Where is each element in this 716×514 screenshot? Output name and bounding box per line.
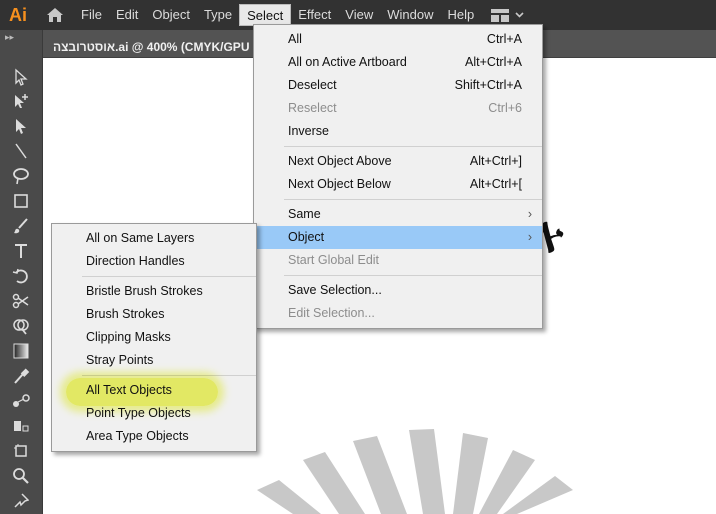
bristle-brush-strokes-item[interactable]: Bristle Brush Strokes — [52, 280, 256, 303]
chevron-down-icon — [515, 12, 524, 18]
menu-separator — [82, 375, 256, 376]
clipping-masks-item[interactable]: Clipping Masks — [52, 326, 256, 349]
select-all-item[interactable]: All Ctrl+A — [254, 28, 542, 51]
area-type-objects-item[interactable]: Area Type Objects — [52, 425, 256, 448]
item-label: Object — [288, 230, 325, 244]
type-tool-icon[interactable] — [9, 240, 33, 262]
brush-strokes-item[interactable]: Brush Strokes — [52, 303, 256, 326]
item-label: Next Object Above — [288, 154, 392, 168]
deselect-item[interactable]: Deselect Shift+Ctrl+A — [254, 74, 542, 97]
menu-effect[interactable]: Effect — [291, 4, 338, 26]
item-label: Clipping Masks — [86, 330, 171, 344]
save-selection-item[interactable]: Save Selection... — [254, 279, 542, 302]
lasso-tool-icon[interactable] — [9, 165, 33, 187]
item-label: Direction Handles — [86, 254, 185, 268]
item-label: Stray Points — [86, 353, 154, 367]
item-shortcut: Ctrl+A — [486, 32, 522, 46]
artboard-tool-icon[interactable] — [9, 440, 33, 462]
item-label: Same — [288, 207, 321, 221]
menu-file[interactable]: File — [74, 4, 109, 26]
selection-tool-icon[interactable] — [9, 66, 33, 88]
item-shortcut: Ctrl+6 — [488, 101, 522, 115]
item-label: Start Global Edit — [288, 253, 380, 267]
item-label: Brush Strokes — [86, 307, 165, 321]
item-label: Point Type Objects — [86, 406, 191, 420]
menu-select[interactable]: Select — [239, 4, 292, 26]
item-label: All Text Objects — [86, 383, 172, 397]
app-logo: Ai — [9, 4, 27, 25]
direct-selection-tool-icon[interactable] — [9, 115, 33, 137]
object-submenu: All on Same Layers Direction Handles Bri… — [51, 223, 257, 452]
paintbrush-tool-icon[interactable] — [9, 215, 33, 237]
rectangle-tool-icon[interactable] — [9, 190, 33, 212]
item-shortcut: Alt+Ctrl+[ — [469, 177, 522, 191]
item-shortcut: Shift+Ctrl+A — [454, 78, 522, 92]
item-label: Area Type Objects — [86, 429, 189, 443]
workspace-switcher[interactable] — [491, 8, 524, 22]
item-label: Reselect — [288, 101, 337, 115]
scissors-tool-icon[interactable] — [9, 290, 33, 312]
item-label: Edit Selection... — [288, 306, 375, 320]
gradient-tool-icon[interactable] — [9, 340, 33, 362]
select-all-on-artboard-item[interactable]: All on Active Artboard Alt+Ctrl+A — [254, 51, 542, 74]
item-label: Next Object Below — [288, 177, 391, 191]
zoom-tool-icon[interactable] — [9, 465, 33, 487]
menu-window[interactable]: Window — [380, 4, 440, 26]
shape-builder-icon[interactable] — [9, 315, 33, 337]
menu-edit[interactable]: Edit — [109, 4, 145, 26]
menu-type[interactable]: Type — [197, 4, 239, 26]
edit-selection-item: Edit Selection... — [254, 302, 542, 325]
menu-object[interactable]: Object — [145, 4, 197, 26]
all-on-same-layers-item[interactable]: All on Same Layers — [52, 227, 256, 250]
same-submenu-item[interactable]: Same › — [254, 203, 542, 226]
stray-points-item[interactable]: Stray Points — [52, 349, 256, 372]
menu-separator — [284, 199, 542, 200]
next-object-above-item[interactable]: Next Object Above Alt+Ctrl+] — [254, 150, 542, 173]
tools-panel: ▸▸ — [0, 30, 43, 514]
blend-tool-icon[interactable] — [9, 390, 33, 412]
menu-separator — [82, 276, 256, 277]
eyedropper-tool-icon[interactable] — [9, 365, 33, 387]
item-label: Save Selection... — [288, 283, 382, 297]
direction-handles-item[interactable]: Direction Handles — [52, 250, 256, 273]
item-label: Inverse — [288, 124, 329, 138]
menu-view[interactable]: View — [338, 4, 380, 26]
select-menu-dropdown: All Ctrl+A All on Active Artboard Alt+Ctrl… — [253, 24, 543, 329]
start-global-edit-item: Start Global Edit — [254, 249, 542, 272]
symbol-sprayer-icon[interactable] — [9, 415, 33, 437]
item-shortcut: Alt+Ctrl+A — [465, 55, 522, 69]
direct-selection-plus-icon[interactable] — [9, 90, 33, 112]
chevron-right-icon: › — [527, 207, 532, 221]
home-icon[interactable] — [36, 0, 74, 30]
document-title: אוסטרובצה.ai @ 400% (CMYK/GPU P — [53, 40, 261, 54]
item-label: Deselect — [288, 78, 337, 92]
next-object-below-item[interactable]: Next Object Below Alt+Ctrl+[ — [254, 173, 542, 196]
workspace-grid-icon — [491, 8, 510, 22]
item-shortcut: Alt+Ctrl+] — [469, 154, 522, 168]
menu-help[interactable]: Help — [440, 4, 481, 26]
rotate-tool-icon[interactable] — [9, 265, 33, 287]
item-label: Bristle Brush Strokes — [86, 284, 203, 298]
pin-icon[interactable] — [9, 490, 33, 512]
item-label: All — [288, 32, 302, 46]
object-submenu-item[interactable]: Object › — [254, 226, 542, 249]
chevron-right-icon: › — [527, 230, 532, 244]
menu-separator — [284, 146, 542, 147]
menu-separator — [284, 275, 542, 276]
item-label: All on Same Layers — [86, 231, 195, 245]
reselect-item: Reselect Ctrl+6 — [254, 97, 542, 120]
line-tool-icon[interactable] — [9, 140, 33, 162]
panel-collapse-icon[interactable]: ▸▸ — [0, 30, 42, 44]
item-label: All on Active Artboard — [288, 55, 407, 69]
inverse-item[interactable]: Inverse — [254, 120, 542, 143]
